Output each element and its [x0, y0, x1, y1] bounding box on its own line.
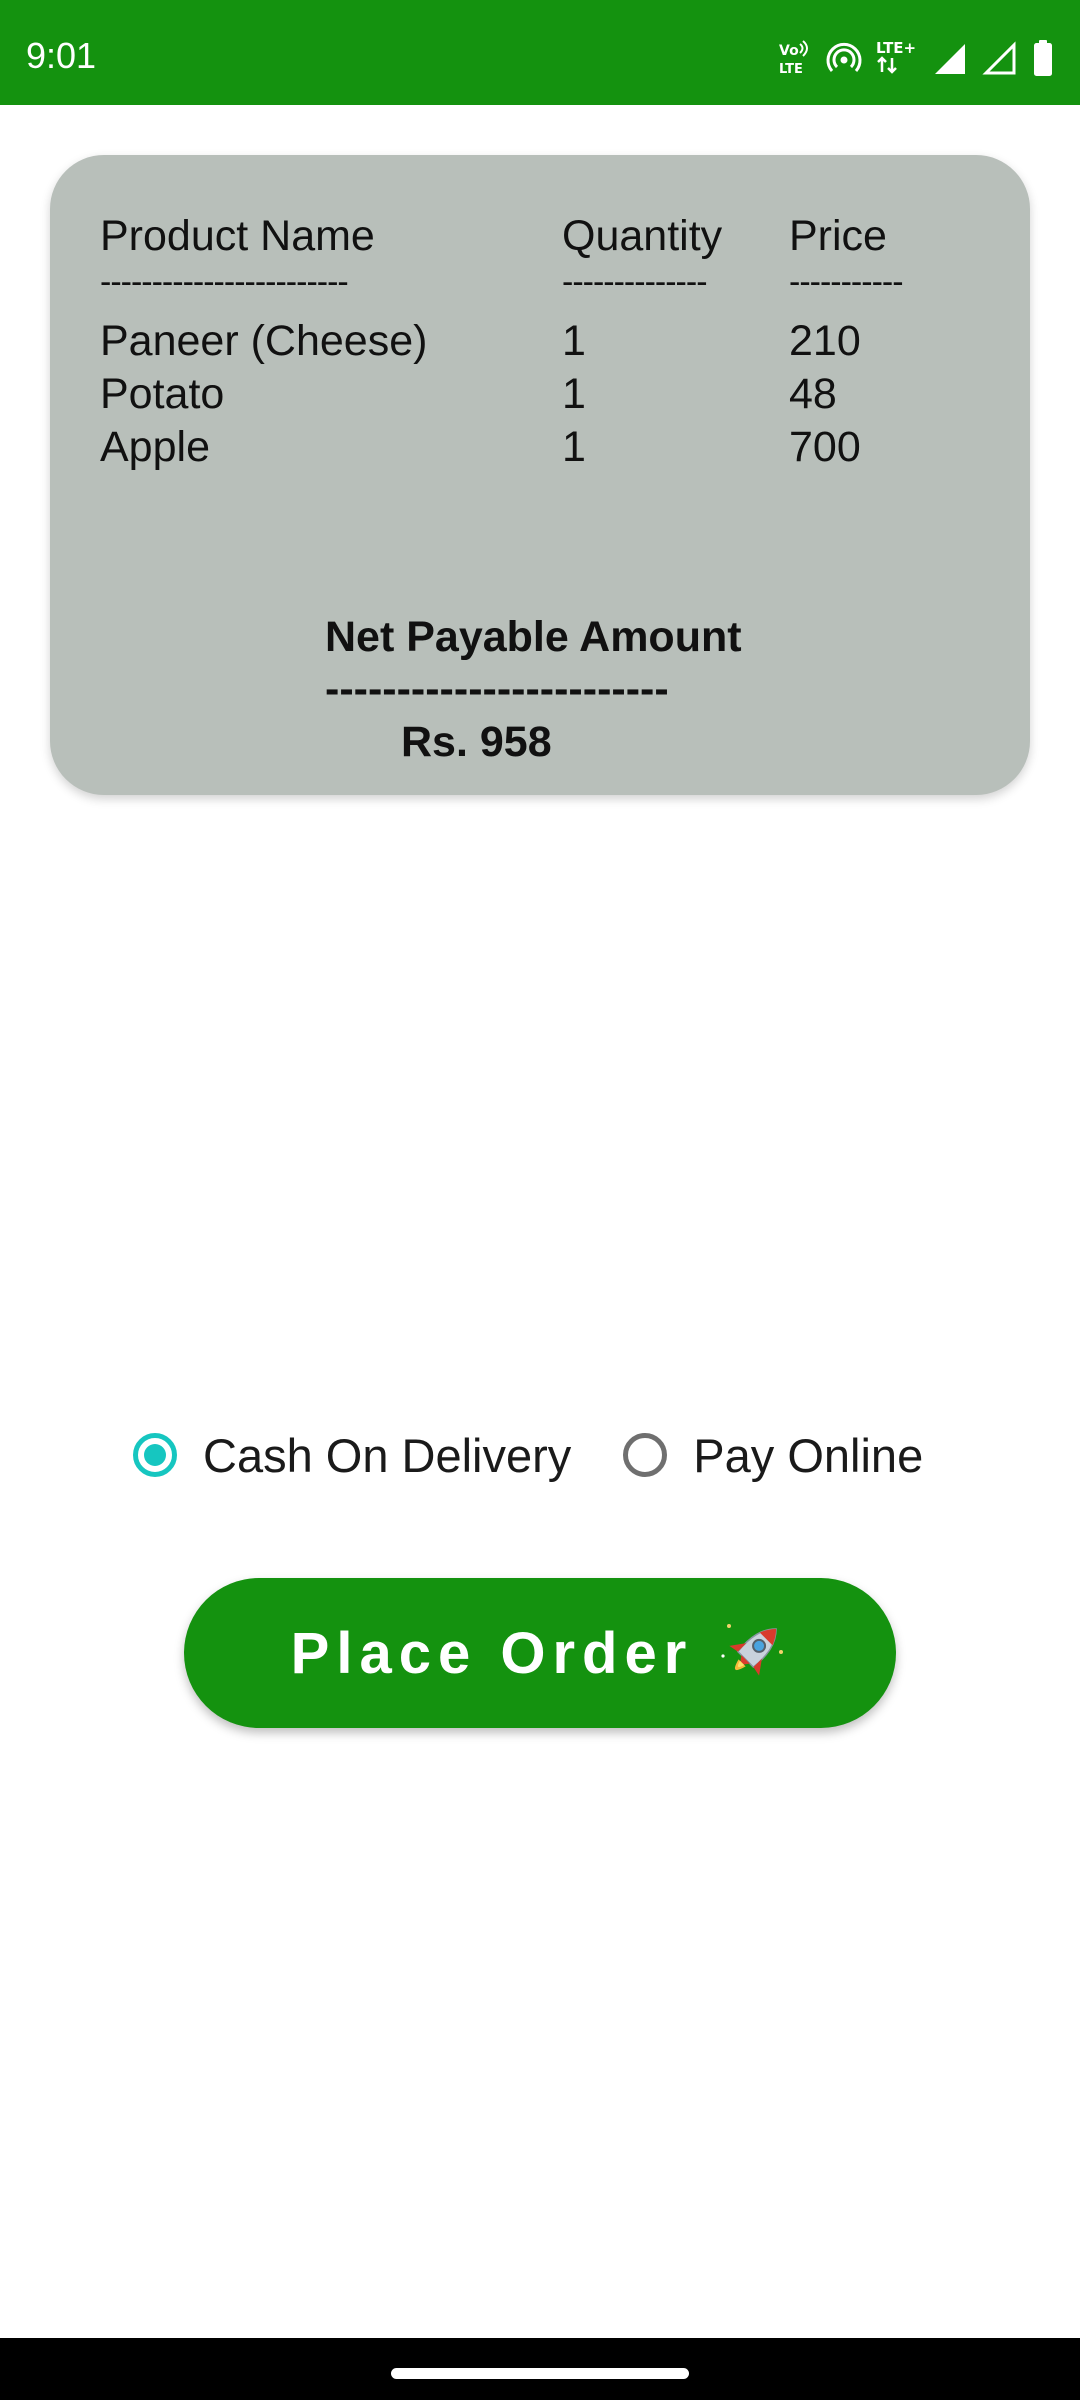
separator-quantity: --------------: [562, 263, 708, 301]
item-quantity: 1: [562, 317, 586, 365]
item-quantity: 1: [562, 423, 586, 471]
item-price: 48: [789, 370, 837, 418]
place-order-button[interactable]: Place Order: [184, 1578, 896, 1728]
separator-product-name: ------------------------: [100, 263, 349, 301]
cash-on-delivery-option[interactable]: Cash On Delivery: [133, 1428, 571, 1483]
status-icons: Vo LTE LTE+: [778, 38, 1054, 78]
battery-icon: [1032, 39, 1054, 77]
net-payable-amount: Rs. 958: [401, 718, 552, 766]
item-name: Potato: [100, 370, 225, 418]
item-name: Apple: [100, 423, 210, 471]
lte-plus-icon: LTE+: [876, 38, 918, 78]
place-order-label: Place Order: [290, 1620, 694, 1686]
cash-on-delivery-radio[interactable]: [133, 1433, 177, 1477]
volte-icon: Vo LTE: [778, 40, 812, 76]
item-price: 210: [789, 317, 861, 365]
volte-icon-text-top: Vo: [779, 43, 799, 59]
pay-online-radio[interactable]: [623, 1433, 668, 1477]
cash-on-delivery-label: Cash On Delivery: [203, 1428, 572, 1482]
header-product-name: Product Name: [100, 212, 375, 260]
bill-card: Product Name Quantity Price ------------…: [50, 155, 1030, 795]
signal-empty-icon: [982, 40, 1018, 76]
item-quantity: 1: [562, 370, 586, 418]
item-name: Paneer (Cheese): [100, 317, 428, 365]
rocket-icon: [715, 1616, 789, 1690]
pay-online-option[interactable]: Pay Online: [623, 1428, 923, 1483]
net-payable-label: Net Payable Amount: [325, 613, 742, 661]
payment-options: Cash On Delivery Pay Online: [133, 1425, 923, 1485]
volte-icon-text-bottom: LTE: [779, 62, 803, 76]
net-payable-separator: ------------------------: [325, 665, 669, 713]
status-time: 9:01: [26, 35, 97, 76]
signal-icon: [932, 40, 968, 76]
home-indicator[interactable]: [391, 2368, 689, 2379]
item-price: 700: [789, 423, 861, 471]
pay-online-label: Pay Online: [693, 1428, 924, 1482]
navigation-bar: [0, 2338, 1080, 2400]
hotspot-icon: [826, 40, 862, 76]
header-price: Price: [789, 212, 887, 260]
status-bar: 9:01 Vo LTE LTE+: [0, 0, 1080, 105]
header-quantity: Quantity: [562, 212, 723, 260]
separator-price: -----------: [789, 263, 904, 301]
lte-plus-icon-text: LTE+: [876, 39, 916, 57]
